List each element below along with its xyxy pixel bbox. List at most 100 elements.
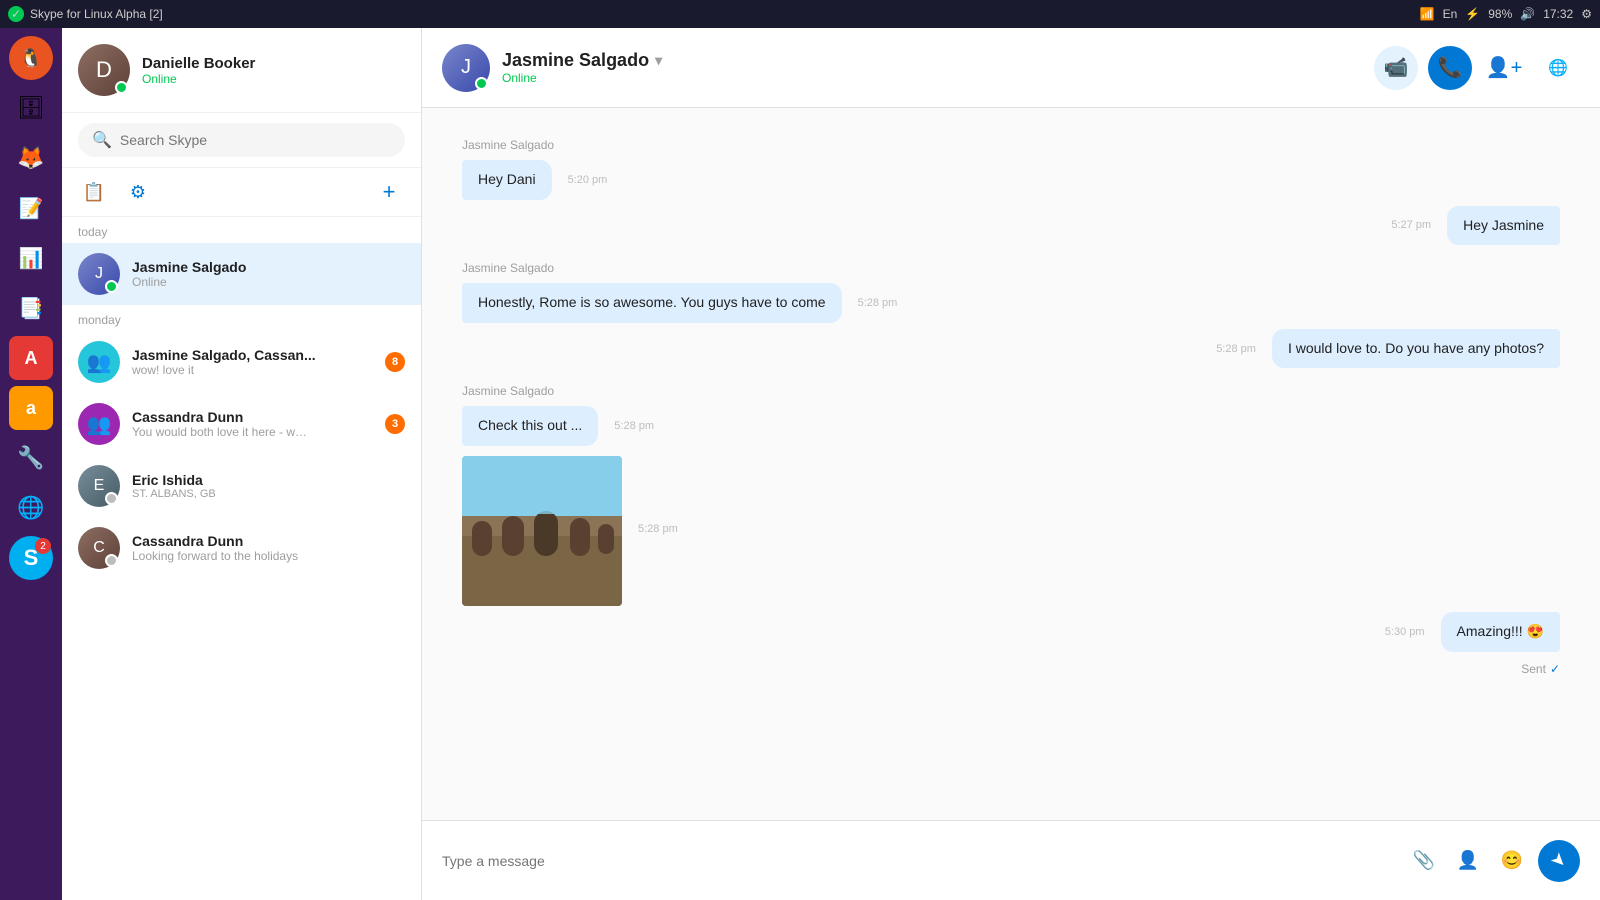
contact-info-cassandra-group: Cassandra Dunn You would both love it he… <box>132 409 373 439</box>
voice-call-button[interactable]: 📞 <box>1428 46 1472 90</box>
colosseum-image[interactable] <box>462 456 622 606</box>
contact-eric[interactable]: E Eric Ishida ST. ALBANS, GB <box>62 455 421 517</box>
taskbar-font[interactable]: A <box>9 336 53 380</box>
settings-icon: ⚙ <box>130 182 146 203</box>
contact-info-eric: Eric Ishida ST. ALBANS, GB <box>132 472 405 500</box>
title-bar: ✓ Skype for Linux Alpha [2] 📶 En ⚡ 98% 🔊… <box>0 0 1600 28</box>
sent-label: Sent <box>1521 662 1546 676</box>
msg-sender-label-2: Jasmine Salgado <box>462 261 1560 275</box>
mention-icon: 👤 <box>1457 850 1479 871</box>
add-button[interactable]: + <box>373 176 405 208</box>
contact-cassandra-group[interactable]: 👥 Cassandra Dunn You would both love it … <box>62 393 421 455</box>
settings-button[interactable]: ⚙ <box>122 176 154 208</box>
title-bar-right: 📶 En ⚡ 98% 🔊 17:32 ⚙ <box>1420 7 1592 21</box>
msg-bubble-3: Honestly, Rome is so awesome. You guys h… <box>462 283 842 323</box>
msg-row-2: 5:27 pm Hey Jasmine <box>462 206 1560 246</box>
taskbar-calc[interactable]: 📊 <box>9 236 53 280</box>
msg-time-7: 5:30 pm <box>1385 626 1425 638</box>
settings-icon[interactable]: ⚙ <box>1581 7 1592 21</box>
emoji-icon: 😊 <box>1501 850 1523 871</box>
contact-name-group1: Jasmine Salgado, Cassan... <box>132 347 373 363</box>
emoji-button[interactable]: 😊 <box>1494 843 1530 879</box>
message-input[interactable] <box>442 853 1394 869</box>
sidebar-header: D Danielle Booker Online <box>62 28 421 113</box>
contact-group1[interactable]: 👥 Jasmine Salgado, Cassan... wow! love i… <box>62 331 421 393</box>
contact-name-jasmine: Jasmine Salgado <box>132 259 405 275</box>
search-wrapper[interactable]: 🔍 <box>78 123 405 157</box>
chat-input-area: 📎 👤 😊 ➤ <box>422 820 1600 900</box>
input-actions: 📎 👤 😊 ➤ <box>1406 840 1580 882</box>
msg-row-5: Check this out ... 5:28 pm <box>462 406 1560 446</box>
chevron-down-icon[interactable]: ▾ <box>655 52 662 69</box>
chats-button[interactable]: 📋 <box>78 176 110 208</box>
user-avatar-container[interactable]: D <box>78 44 130 96</box>
msg-time-image: 5:28 pm <box>638 523 678 535</box>
sidebar: D Danielle Booker Online 🔍 📋 ⚙ <box>62 28 422 900</box>
chat-avatar-container: J <box>442 44 490 92</box>
group1-icon: 👥 <box>78 341 120 383</box>
sent-status: Sent ✓ <box>462 662 1560 676</box>
sidebar-toolbar: 📋 ⚙ + <box>62 168 421 217</box>
msg-time-2: 5:27 pm <box>1391 219 1431 231</box>
jasmine-online-dot <box>105 280 118 293</box>
clock: 17:32 <box>1543 7 1573 21</box>
msg-row-1: Hey Dani 5:20 pm <box>462 160 1560 200</box>
contact-name-cassandra-group: Cassandra Dunn <box>132 409 373 425</box>
skype-badge: 2 <box>35 538 51 554</box>
msg-time-5: 5:28 pm <box>614 420 654 432</box>
contact-cassandra-individual[interactable]: C Cassandra Dunn Looking forward to the … <box>62 517 421 579</box>
phone-icon: 📞 <box>1438 55 1463 80</box>
chat-contact-status: Online <box>502 71 1362 85</box>
status-icon: ✓ <box>8 6 24 22</box>
search-icon: 🔍 <box>92 130 112 150</box>
chat-header-info: Jasmine Salgado ▾ Online <box>502 50 1362 85</box>
chat-contact-online-dot <box>475 77 488 90</box>
contact-info-cassandra: Cassandra Dunn Looking forward to the ho… <box>132 533 405 563</box>
eric-offline-dot <box>105 492 118 505</box>
contact-list: today J Jasmine Salgado Online Monday 👥 <box>62 217 421 900</box>
attachment-button[interactable]: 📎 <box>1406 843 1442 879</box>
taskbar-firefox[interactable]: 🦊 <box>9 136 53 180</box>
taskbar-system-tools[interactable]: 🔧 <box>9 436 53 480</box>
msg-row-3: Honestly, Rome is so awesome. You guys h… <box>462 283 1560 323</box>
title-bar-left: ✓ Skype for Linux Alpha [2] <box>8 6 163 22</box>
group2-icon: 👥 <box>78 403 120 445</box>
msg-row-7: 5:30 pm Amazing!!! 😍 <box>462 612 1560 652</box>
add-icon: + <box>383 179 396 205</box>
video-call-button[interactable]: 📹 <box>1374 46 1418 90</box>
user-status: Online <box>142 72 405 86</box>
add-person-button[interactable]: 👤+ <box>1482 46 1526 90</box>
add-person-icon: 👤+ <box>1486 55 1523 80</box>
taskbar-amazon[interactable]: a <box>9 386 53 430</box>
taskbar: 🐧 🗄 🦊 📝 📊 📑 A a 🔧 🌐 S 2 <box>0 28 62 900</box>
chat-header: J Jasmine Salgado ▾ Online 📹 📞 👤+ <box>422 28 1600 108</box>
send-icon: ➤ <box>1546 848 1572 874</box>
user-name: Danielle Booker <box>142 55 405 72</box>
taskbar-chrome[interactable]: 🌐 <box>9 486 53 530</box>
taskbar-ubuntu[interactable]: 🐧 <box>9 36 53 80</box>
mention-button[interactable]: 👤 <box>1450 843 1486 879</box>
taskbar-files[interactable]: 🗄 <box>9 86 53 130</box>
chat-contact-name: Jasmine Salgado ▾ <box>502 50 1362 71</box>
msg-bubble-4: I would love to. Do you have any photos? <box>1272 329 1560 369</box>
app-title: Skype for Linux Alpha [2] <box>30 7 163 21</box>
send-button[interactable]: ➤ <box>1538 840 1580 882</box>
msg-time-4: 5:28 pm <box>1216 343 1256 355</box>
bluetooth-icon: ⚡ <box>1465 7 1480 21</box>
contact-jasmine-salgado[interactable]: J Jasmine Salgado Online <box>62 243 421 305</box>
contact-name-eric: Eric Ishida <box>132 472 405 488</box>
globe-button[interactable]: 🌐 <box>1536 46 1580 90</box>
taskbar-impress[interactable]: 📑 <box>9 286 53 330</box>
lang-indicator: En <box>1443 7 1458 21</box>
msg-sender-label-3: Jasmine Salgado <box>462 384 1560 398</box>
video-camera-icon: 📹 <box>1384 55 1409 80</box>
chat-area: J Jasmine Salgado ▾ Online 📹 📞 👤+ <box>422 28 1600 900</box>
battery-indicator: 98% <box>1488 7 1512 21</box>
search-input[interactable] <box>120 132 391 148</box>
colosseum-svg <box>462 456 622 606</box>
user-info: Danielle Booker Online <box>142 55 405 86</box>
msg-bubble-5: Check this out ... <box>462 406 598 446</box>
taskbar-writer[interactable]: 📝 <box>9 186 53 230</box>
taskbar-skype[interactable]: S 2 <box>9 536 53 580</box>
msg-sender-label-1: Jasmine Salgado <box>462 138 1560 152</box>
